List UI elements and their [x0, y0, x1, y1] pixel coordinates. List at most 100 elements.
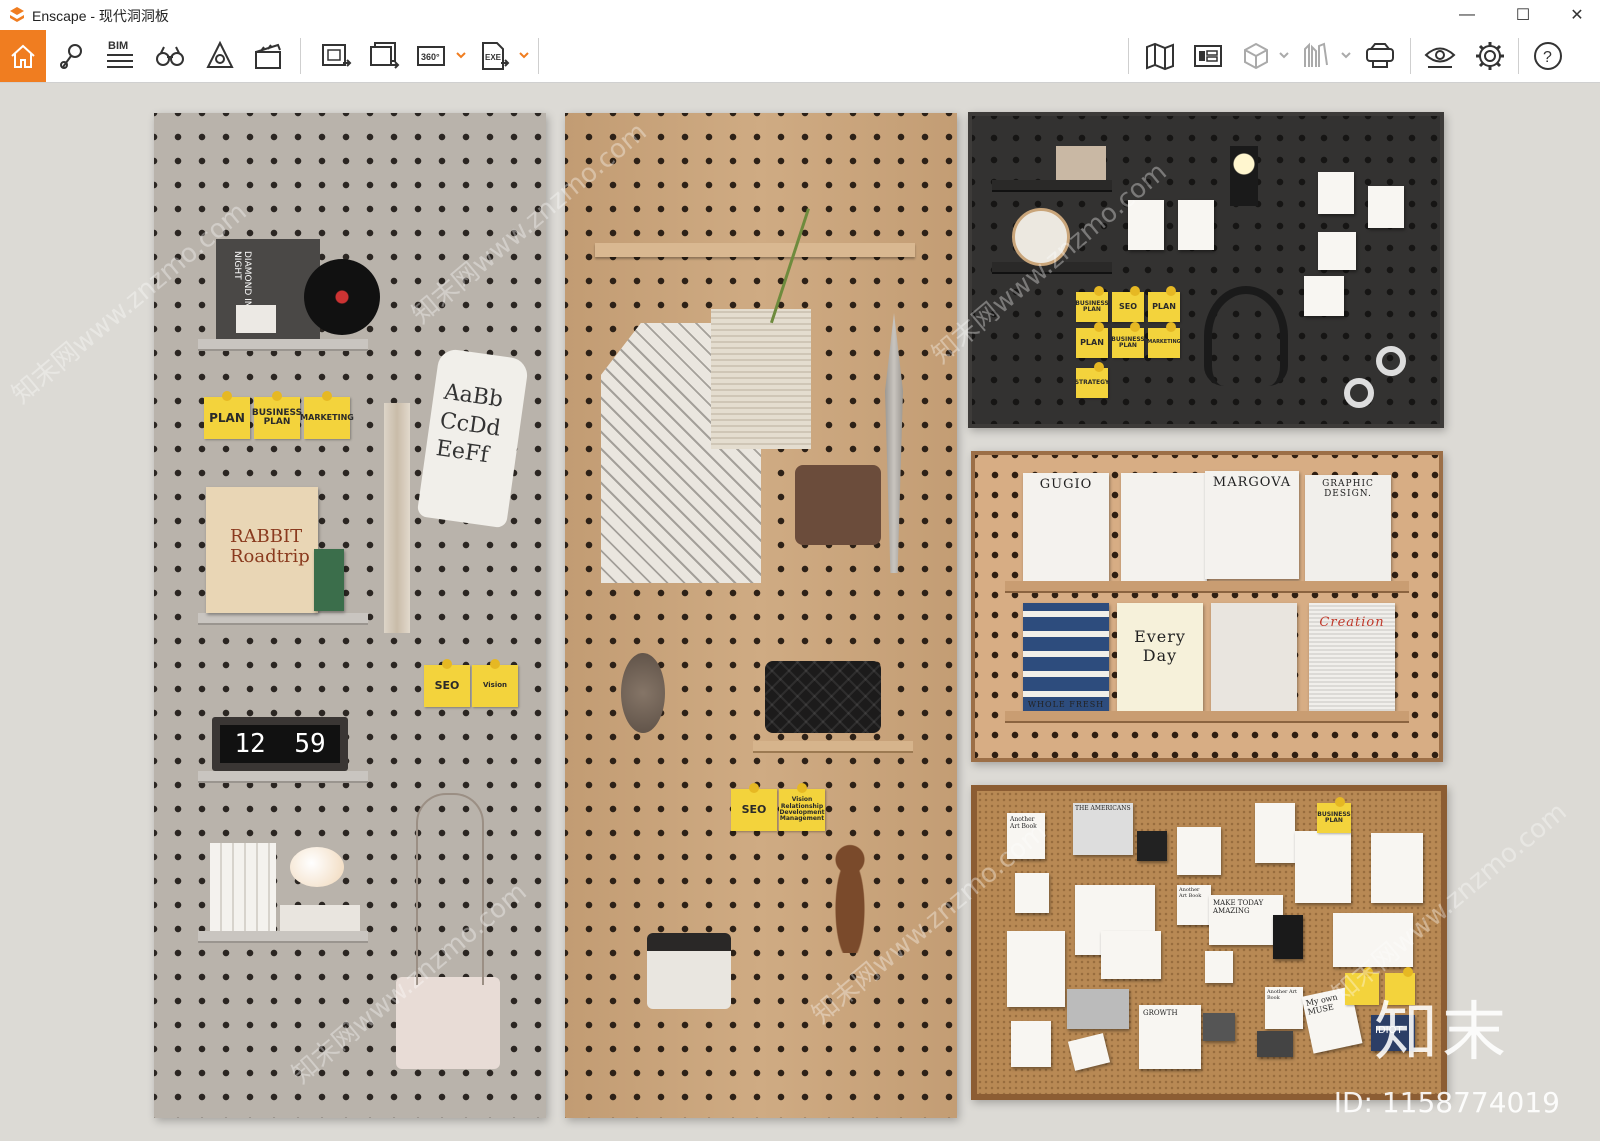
- photo-print: THE AMERICANS: [1073, 803, 1133, 855]
- paper-note: [1067, 1033, 1111, 1071]
- shelf: [992, 180, 1112, 192]
- polaroid-photo: [1304, 276, 1344, 316]
- chevron-down-icon[interactable]: [1340, 48, 1352, 62]
- close-button[interactable]: ✕: [1554, 0, 1600, 30]
- home-icon: [11, 44, 35, 68]
- magazine-pegboard: GUGIO MARGOVA GRAPHIC DESIGN. WHOLE FRES…: [971, 451, 1443, 762]
- batch-render-button[interactable]: [364, 36, 404, 76]
- render-viewport[interactable]: DIAMOND IN THE NIGHT PLAN BUSINESS PLAN …: [0, 83, 1600, 1141]
- magazine-title: MARGOVA: [1212, 475, 1292, 490]
- umbrella: [885, 313, 903, 573]
- photo-print: [1177, 827, 1221, 875]
- visual-settings-button[interactable]: [1420, 36, 1460, 76]
- enscape-logo-icon: [10, 7, 24, 22]
- video-editor-button[interactable]: [248, 36, 288, 76]
- toolbar-separator: [1410, 38, 1411, 74]
- sticky-note: MARKETING: [300, 391, 354, 439]
- magazine-title: GRAPHIC DESIGN.: [1322, 479, 1374, 499]
- bim-button[interactable]: BIM: [100, 36, 140, 76]
- sun-icon: [206, 40, 234, 68]
- shelf: [198, 339, 368, 351]
- walk-mode-button[interactable]: [150, 36, 190, 76]
- sticky-note: BUSINESS PLAN: [1317, 797, 1351, 833]
- retro-camera: [647, 933, 731, 1009]
- headphones: [1204, 286, 1288, 386]
- svg-text:EXE: EXE: [485, 53, 502, 62]
- paper-note: [1318, 172, 1354, 214]
- flip-clock: 12 59: [212, 717, 348, 771]
- sticky-note: Vision: [472, 659, 518, 707]
- clip-lamp: [1230, 146, 1258, 206]
- sticky-note: BUSINESS PLAN: [1075, 286, 1109, 322]
- panorama-button[interactable]: 360°: [412, 36, 452, 76]
- magazine: [1121, 473, 1207, 581]
- paper-note: [1205, 951, 1233, 983]
- magazine: Creation: [1309, 603, 1395, 711]
- toolbar-separator: [1128, 38, 1129, 74]
- collaborative-annotation-button[interactable]: [1296, 36, 1336, 76]
- map-button[interactable]: [1140, 36, 1180, 76]
- help-button[interactable]: ?: [1528, 36, 1568, 76]
- vr-headset-button[interactable]: [1360, 36, 1400, 76]
- magazine: GUGIO: [1023, 473, 1109, 581]
- chevron-down-icon[interactable]: [455, 48, 467, 62]
- asset-library-icon: [1194, 45, 1222, 67]
- chevron-down-icon[interactable]: [1278, 48, 1290, 62]
- hanging-scarf: [384, 403, 410, 633]
- paper-note: MAKE TODAY AMAZING: [1209, 895, 1283, 945]
- render-image-button[interactable]: [316, 36, 356, 76]
- minimize-button[interactable]: —: [1444, 0, 1490, 30]
- bim-icon: BIM: [107, 40, 133, 68]
- export-button[interactable]: EXE: [474, 36, 514, 76]
- maximize-button[interactable]: ☐: [1500, 0, 1546, 30]
- magazine: MARGOVA: [1205, 471, 1299, 579]
- svg-text:?: ?: [1543, 49, 1552, 66]
- tote-bag: AaBb CcDd EeFf: [416, 347, 530, 529]
- vinyl-record: [304, 259, 380, 335]
- watermark-id: ID: 1158774019: [1333, 1086, 1560, 1119]
- book-stack: [210, 843, 276, 931]
- photo-print: [1067, 989, 1129, 1029]
- atmosphere-button[interactable]: [200, 36, 240, 76]
- paper-note: [1255, 803, 1295, 863]
- paper-note: Another Art Book: [1265, 987, 1303, 1029]
- toolbar-separator: [300, 38, 301, 74]
- magazine: [1211, 603, 1297, 711]
- cube-icon: [1244, 42, 1268, 70]
- material-editor-button[interactable]: [1236, 36, 1276, 76]
- binoculars-icon: [156, 46, 184, 66]
- shelf: [1005, 581, 1409, 593]
- photo-print: [1203, 1013, 1235, 1041]
- toolbar-separator: [538, 38, 539, 74]
- sticky-note: STRATEGY: [1075, 362, 1109, 398]
- shelf: [1005, 711, 1409, 723]
- paper-note: [1015, 873, 1049, 913]
- paper-note: [1011, 1021, 1051, 1067]
- clapperboard-icon: [255, 43, 281, 69]
- paper-note: Another Art Book: [1177, 885, 1211, 925]
- eye-settings-icon: [1424, 47, 1456, 68]
- mushroom-lamp: [290, 847, 344, 887]
- help-icon: ?: [1534, 42, 1562, 70]
- home-button[interactable]: [0, 30, 46, 82]
- paper-note: [1178, 200, 1214, 250]
- magazine: WHOLE FRESH: [1023, 603, 1109, 711]
- panorama-360-icon: 360°: [417, 46, 445, 66]
- chevron-down-icon[interactable]: [518, 48, 530, 62]
- sketch-paper: [1101, 931, 1161, 979]
- paper-note: [1371, 833, 1423, 903]
- view-management-button[interactable]: [52, 36, 92, 76]
- sticky-note: Vision Relationship Development Manageme…: [779, 783, 825, 831]
- stacked-books: [280, 905, 360, 931]
- paper-note: [1368, 186, 1404, 228]
- shelf: [753, 741, 913, 753]
- paper-note: [1295, 831, 1351, 903]
- sticky-note: PLAN: [1148, 286, 1180, 322]
- asset-library-button[interactable]: [1188, 36, 1228, 76]
- sticky-note: PLAN: [204, 391, 250, 439]
- magazine-title: Creation: [1319, 615, 1385, 630]
- settings-button[interactable]: [1470, 36, 1510, 76]
- magazine-title: WHOLE FRESH: [1027, 700, 1105, 709]
- tape-roll: [1344, 378, 1374, 408]
- batch-render-icon: [370, 42, 400, 69]
